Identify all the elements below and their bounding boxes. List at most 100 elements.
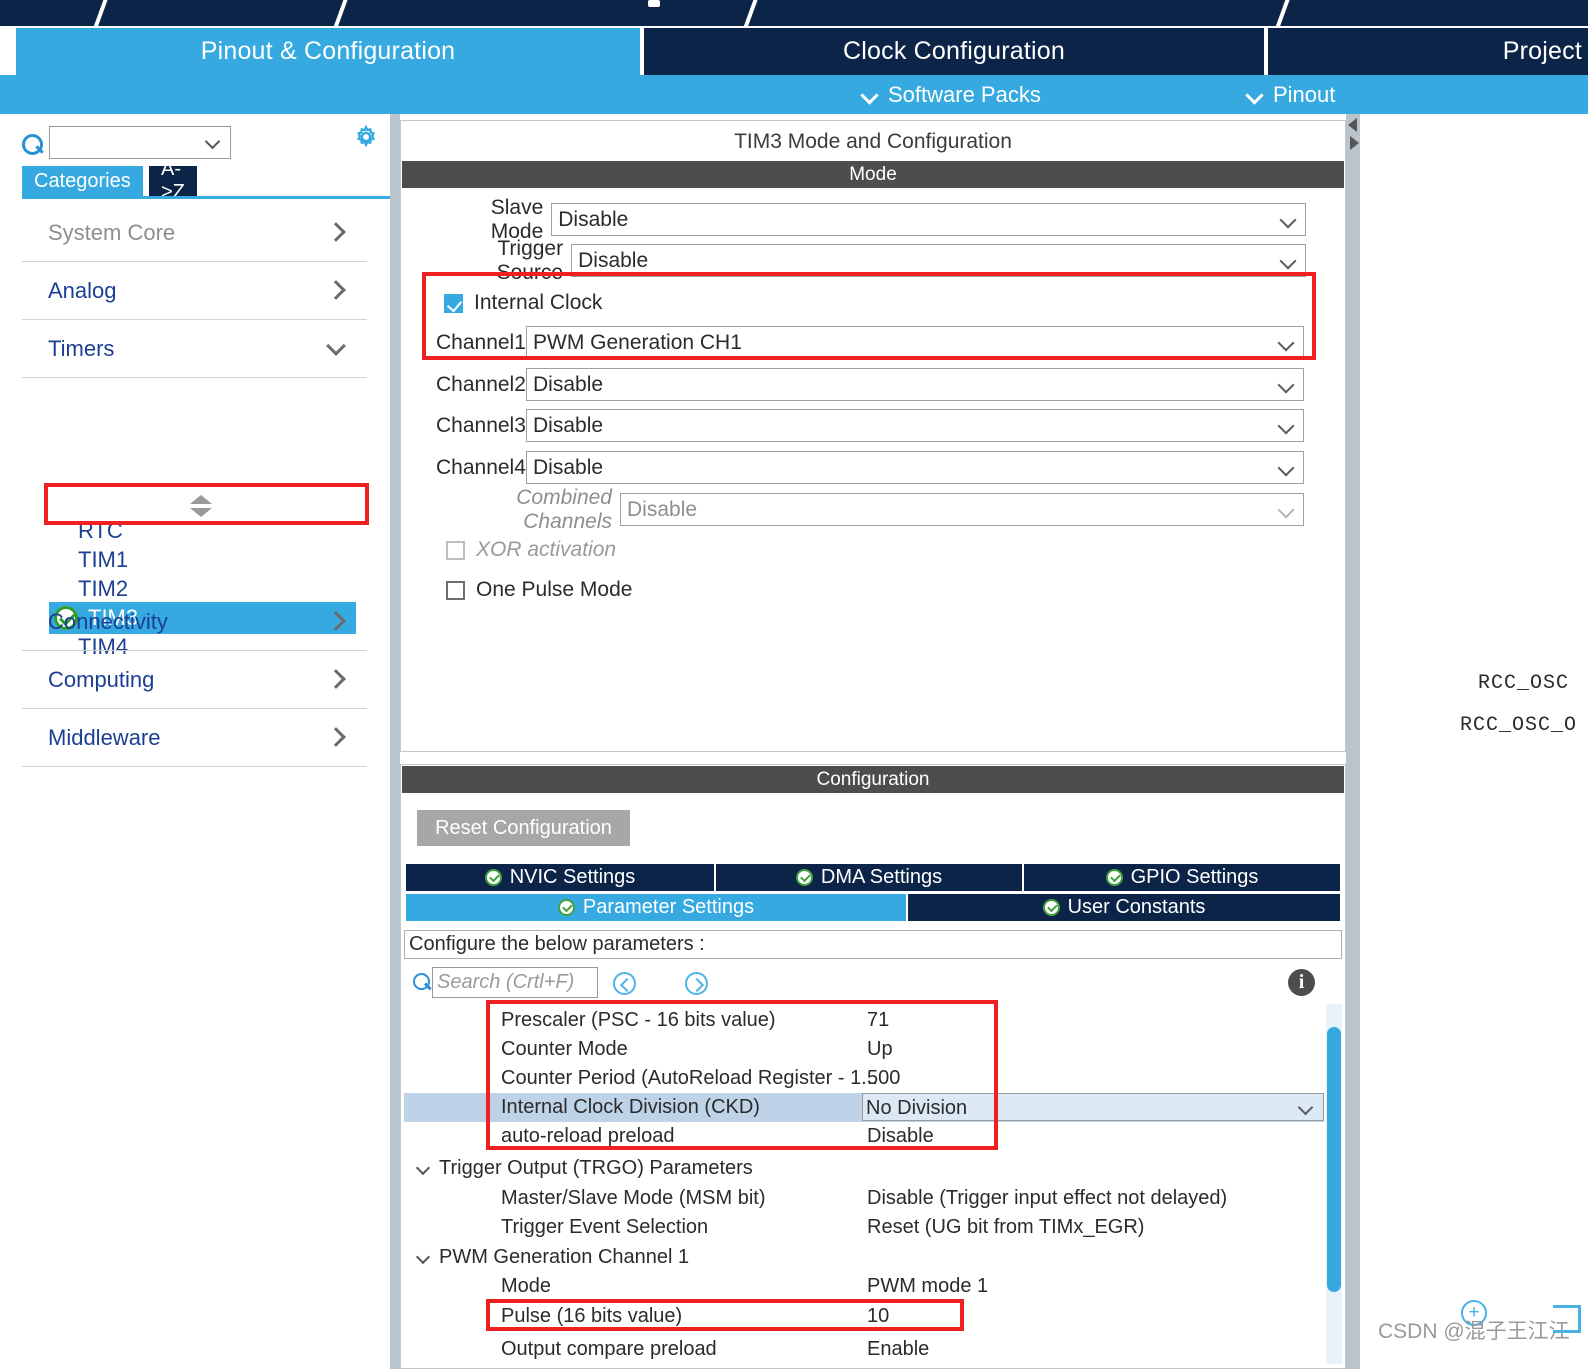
checkbox-label: One Pulse Mode	[476, 578, 633, 601]
table-row[interactable]: Prescaler (PSC - 16 bits value) 71	[404, 1006, 1324, 1035]
parameter-value: 71	[867, 1009, 890, 1031]
info-icon[interactable]: i	[1288, 969, 1315, 996]
tab-label: Project	[1502, 37, 1582, 65]
main-tab-bar: Pinout & Configuration Clock Configurati…	[0, 28, 1588, 75]
field-trigger-source: Trigger Source Disable	[436, 237, 1306, 284]
sidebar-item-system-core[interactable]: System Core	[22, 205, 367, 262]
pin-label-rcc-osc: RCC_OSC	[1478, 672, 1570, 695]
reset-configuration-button[interactable]: Reset Configuration	[417, 810, 630, 846]
parameter-list: Prescaler (PSC - 16 bits value) 71 Count…	[404, 1004, 1324, 1364]
mode-panel-title: TIM3 Mode and Configuration	[734, 130, 1012, 153]
button-label: Reset Configuration	[435, 816, 612, 839]
checkbox-one-pulse-mode[interactable]: One Pulse Mode	[446, 578, 632, 602]
chevron-right-icon	[329, 672, 345, 688]
sidebar-item-connectivity[interactable]: Connectivity	[22, 594, 367, 651]
chevron-down-icon	[1280, 504, 1294, 518]
slave-mode-select[interactable]: Disable	[551, 203, 1306, 236]
table-row[interactable]: Output compare preload Enable	[404, 1335, 1324, 1364]
parameter-value: Up	[867, 1038, 893, 1060]
tab-label: Clock Configuration	[843, 37, 1065, 65]
table-row[interactable]: auto-reload preload Disable	[404, 1122, 1324, 1151]
parameter-value: Enable	[867, 1338, 930, 1360]
table-row[interactable]: Counter Mode Up	[404, 1035, 1324, 1064]
chevron-down-icon	[862, 87, 878, 103]
parameter-name: Prescaler (PSC - 16 bits value)	[501, 1009, 776, 1031]
parameter-name: Internal Clock Division (CKD)	[501, 1096, 760, 1118]
pin-label-rcc-osc-o: RCC_OSC_O	[1460, 714, 1578, 737]
sidebar-item-middleware[interactable]: Middleware	[22, 710, 367, 767]
menu-label: Pinout	[1273, 81, 1336, 107]
field-value: Disable	[627, 497, 698, 521]
table-row[interactable]: Mode PWM mode 1	[404, 1272, 1324, 1301]
chevron-down-icon	[1280, 420, 1294, 434]
tab-nvic-settings[interactable]: NVIC Settings	[406, 864, 714, 891]
tab-label: Parameter Settings	[582, 896, 755, 918]
checkbox-icon	[446, 540, 465, 560]
sidebar-search-row	[0, 120, 390, 166]
list-item-label: RTC	[78, 518, 123, 543]
channel2-select[interactable]: Disable	[526, 368, 1304, 401]
chevron-down-icon	[418, 1163, 430, 1175]
tab-gpio-settings[interactable]: GPIO Settings	[1024, 864, 1340, 891]
configuration-section-label: Configuration	[816, 768, 930, 790]
tab-categories[interactable]: Categories	[22, 166, 143, 196]
parameter-value: Disable (Trigger input effect not delaye…	[867, 1187, 1228, 1209]
field-combined-channels: Combined Channels Disable	[436, 486, 1306, 533]
sidebar-item-timers[interactable]: Timers	[22, 321, 367, 378]
field-value: Disable	[533, 413, 604, 437]
check-circle-icon	[1042, 899, 1060, 916]
group-header-pwm-channel1[interactable]: PWM Generation Channel 1	[404, 1243, 1324, 1272]
chevron-right-icon	[329, 283, 345, 299]
right-splitter[interactable]	[1346, 114, 1360, 1369]
table-row[interactable]: Master/Slave Mode (MSM bit) Disable (Tri…	[404, 1184, 1324, 1213]
tab-dma-settings[interactable]: DMA Settings	[716, 864, 1022, 891]
channel3-select[interactable]: Disable	[526, 409, 1304, 442]
menu-pinout[interactable]: Pinout	[1247, 75, 1335, 114]
watermark-text: CSDN @混子王江江	[1378, 1320, 1570, 1343]
tab-user-constants[interactable]: User Constants	[908, 894, 1340, 921]
channel4-select[interactable]: Disable	[526, 451, 1304, 484]
tab-parameter-settings[interactable]: Parameter Settings	[406, 894, 906, 921]
list-item-tim1[interactable]: TIM1	[78, 547, 128, 573]
trigger-source-select[interactable]: Disable	[571, 244, 1306, 277]
menu-software-packs[interactable]: Software Packs	[862, 75, 1041, 114]
parameter-name: Pulse (16 bits value)	[501, 1305, 683, 1327]
parameter-scrollbar-thumb[interactable]	[1327, 1027, 1341, 1292]
list-item-label: TIM1	[78, 547, 129, 572]
check-circle-icon	[795, 869, 813, 886]
parameter-search-input[interactable]: Search (Crtl+F)	[432, 967, 598, 998]
field-value: Disable	[578, 248, 649, 272]
checkbox-internal-clock[interactable]: Internal Clock	[444, 291, 602, 315]
table-row[interactable]: Pulse (16 bits value) 10	[404, 1302, 1324, 1331]
search-icon	[413, 973, 432, 992]
splitter-arrows-icon[interactable]	[1348, 118, 1360, 158]
tab-a-to-z[interactable]: A->Z	[149, 158, 197, 203]
tab-clock-configuration[interactable]: Clock Configuration	[644, 28, 1264, 75]
group-label: Trigger Output (TRGO) Parameters	[439, 1157, 753, 1179]
sidebar-item-label: System Core	[48, 220, 176, 245]
tab-underline	[22, 196, 390, 199]
chevron-down-icon	[1247, 87, 1263, 103]
chevron-right-icon	[329, 614, 345, 630]
sidebar-item-analog[interactable]: Analog	[22, 263, 367, 320]
list-item-rtc[interactable]: RTC	[78, 518, 123, 544]
tab-label: GPIO Settings	[1130, 866, 1259, 888]
tab-label: NVIC Settings	[509, 866, 636, 888]
prev-circle-icon[interactable]	[613, 972, 636, 995]
next-circle-icon[interactable]	[685, 972, 708, 995]
sidebar-item-label: Connectivity	[48, 609, 168, 634]
gear-icon[interactable]	[352, 123, 380, 151]
tab-project[interactable]: Project	[1268, 28, 1588, 75]
group-header-trgo[interactable]: Trigger Output (TRGO) Parameters	[404, 1154, 1324, 1183]
field-label: Channel2	[436, 372, 526, 396]
internal-clock-division-value: No Division	[866, 1097, 968, 1119]
search-input[interactable]	[49, 126, 231, 159]
table-row[interactable]: Counter Period (AutoReload Register - 1.…	[404, 1064, 1324, 1093]
chevron-down-icon	[1300, 1102, 1313, 1115]
channel1-select[interactable]: PWM Generation CH1	[526, 326, 1304, 359]
table-row[interactable]: Trigger Event Selection Reset (UG bit fr…	[404, 1213, 1324, 1242]
sidebar-item-computing[interactable]: Computing	[22, 652, 367, 709]
chevron-down-icon	[1280, 379, 1294, 393]
left-splitter[interactable]	[390, 114, 400, 1369]
tab-pinout-configuration[interactable]: Pinout & Configuration	[16, 28, 640, 75]
